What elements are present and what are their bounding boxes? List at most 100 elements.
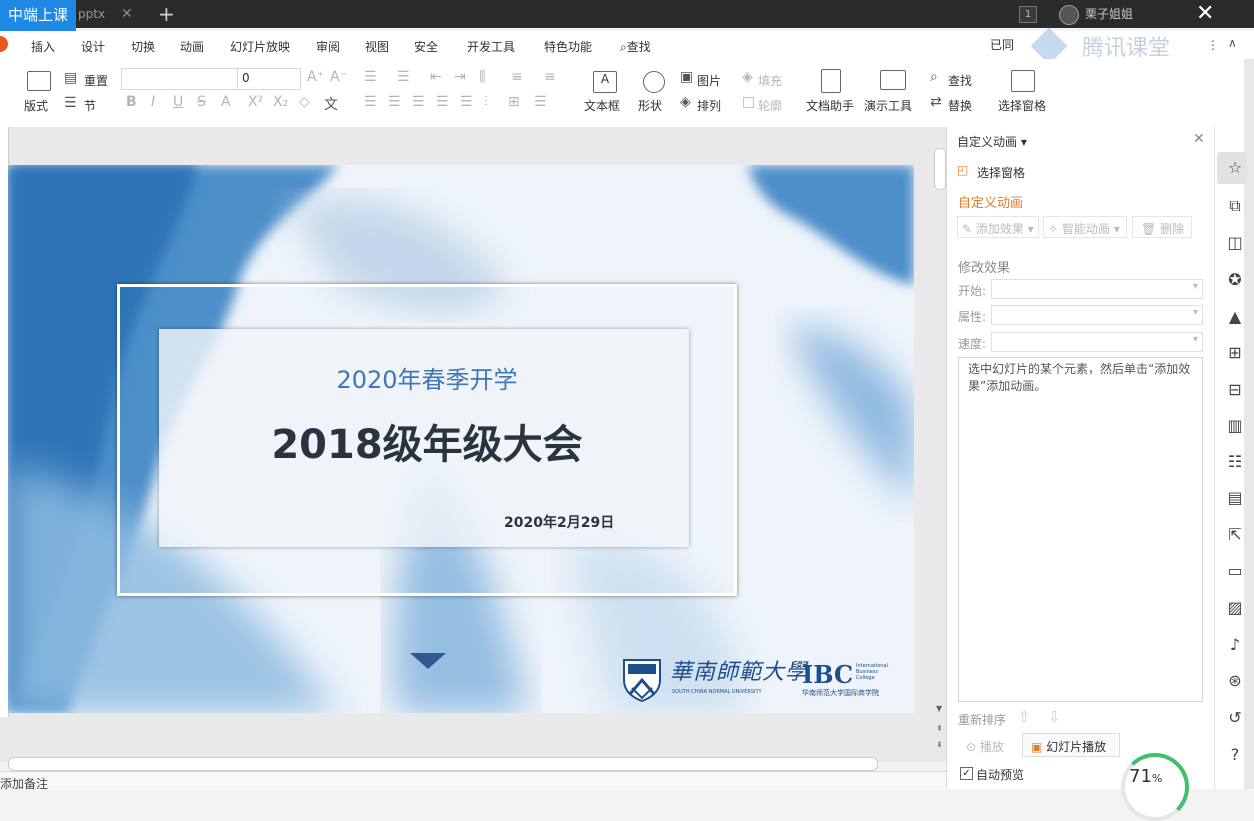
superscript-icon[interactable]: X² xyxy=(248,94,263,110)
reset-button[interactable]: 重置 xyxy=(84,72,108,89)
next-slide-icon[interactable]: ⇟ xyxy=(936,740,943,749)
history-icon[interactable]: ↺ xyxy=(1224,708,1246,727)
clear-format-icon[interactable]: ◇ xyxy=(299,94,310,110)
prev-slide-icon[interactable]: ⇞ xyxy=(936,724,943,733)
vertical-scrollbar[interactable] xyxy=(934,148,946,190)
animation-star-icon[interactable]: ☆ xyxy=(1224,158,1246,177)
italic-icon[interactable]: I xyxy=(151,94,155,110)
layout-icon[interactable] xyxy=(27,71,51,91)
menu-developer[interactable]: 开发工具 xyxy=(467,38,515,55)
audio-icon[interactable]: ♪ xyxy=(1224,635,1246,654)
font-color-icon[interactable]: A xyxy=(221,94,231,110)
align-left-icon[interactable]: ☰ xyxy=(364,94,377,110)
text-align-icon[interactable]: ⫶ xyxy=(484,94,488,110)
slide-date[interactable]: 2020年2月29日 xyxy=(504,512,614,532)
panel-close-icon[interactable]: ✕ xyxy=(1193,131,1205,147)
menu-animation[interactable]: 动画 xyxy=(180,38,204,55)
menu-design[interactable]: 设计 xyxy=(81,38,105,55)
justify-icon[interactable]: ☰ xyxy=(436,94,449,110)
move-down-icon[interactable]: ⇩ xyxy=(1048,708,1061,726)
delete-button[interactable]: 🗑 删除 xyxy=(1132,216,1192,238)
slide-title[interactable]: 2018级年级大会 xyxy=(159,412,695,470)
columns-icon[interactable]: ⫼ xyxy=(479,69,485,85)
add-effect-button[interactable]: ✎ 添加效果 ▾ xyxy=(957,216,1039,238)
outline-button[interactable]: 轮廓 xyxy=(758,97,782,114)
font-size-input[interactable]: 0 xyxy=(237,68,301,90)
subscript-icon[interactable]: X₂ xyxy=(273,94,288,110)
bold-icon[interactable]: B xyxy=(126,94,137,110)
notes-pane[interactable] xyxy=(0,771,946,790)
layout-button[interactable]: 版式 xyxy=(24,97,48,114)
property-select[interactable] xyxy=(991,305,1203,325)
table-icon[interactable]: ⊞ xyxy=(1224,343,1246,362)
notes-placeholder[interactable]: 单击此处添加备注 xyxy=(0,775,48,792)
speed-select[interactable] xyxy=(991,332,1203,352)
user-name[interactable]: 栗子姐姐 xyxy=(1085,0,1133,28)
sync-status[interactable]: 已同 xyxy=(990,36,1014,53)
menu-search[interactable]: ⌕查找 xyxy=(620,38,651,55)
share-icon[interactable]: ⇱ xyxy=(1224,525,1246,544)
badge-icon[interactable]: ✪ xyxy=(1224,270,1246,289)
line-spacing-icon[interactable]: ≡ xyxy=(511,69,523,85)
slideshow-button[interactable]: ▣ 幻灯片播放 xyxy=(1022,733,1120,757)
menu-slideshow[interactable]: 幻灯片放映 xyxy=(230,38,290,55)
strikethrough-icon[interactable]: S xyxy=(197,94,206,110)
align-center-icon[interactable]: ☰ xyxy=(388,94,401,110)
start-select[interactable] xyxy=(991,279,1203,299)
avatar[interactable] xyxy=(1059,5,1079,25)
font-shrink-icon[interactable]: A⁻ xyxy=(330,69,347,85)
textbox-button[interactable]: 文本框 xyxy=(584,97,620,114)
help-icon[interactable]: ? xyxy=(1224,745,1246,764)
fill-button[interactable]: 填充 xyxy=(758,72,782,89)
slide-subtitle[interactable]: 2020年春季开学 xyxy=(159,360,695,395)
picture-button[interactable]: 图片 xyxy=(697,72,721,89)
underline-icon[interactable]: U xyxy=(173,94,183,110)
adjust-icon[interactable]: ☷ xyxy=(1224,452,1246,471)
image-icon[interactable]: ▨ xyxy=(1224,598,1246,617)
shapes-icon[interactable]: ◫ xyxy=(1224,233,1246,252)
window-close-icon[interactable]: ✕ xyxy=(1196,0,1214,28)
distribute-icon[interactable]: ☰ xyxy=(460,94,473,110)
menu-view[interactable]: 视图 xyxy=(365,38,389,55)
select-pane-button[interactable]: 选择窗格 xyxy=(998,97,1046,114)
window-count-badge[interactable]: 1 xyxy=(1019,6,1037,23)
panel-header[interactable]: 自定义动画 ▾ xyxy=(957,133,1027,150)
font-grow-icon[interactable]: A⁺ xyxy=(307,69,324,85)
horizontal-scrollbar[interactable] xyxy=(8,757,878,771)
scroll-down-icon[interactable]: ▼ xyxy=(936,704,942,713)
auto-preview-checkbox[interactable]: ✓ xyxy=(960,767,973,780)
number-list-icon[interactable]: ☰ xyxy=(397,69,410,85)
section-button[interactable]: 节 xyxy=(84,97,96,114)
arrange-button[interactable]: 排列 xyxy=(697,97,721,114)
document-tab[interactable]: pptx ✕ xyxy=(76,0,142,28)
menu-transition[interactable]: 切换 xyxy=(131,38,155,55)
menu-security[interactable]: 安全 xyxy=(414,38,438,55)
chart-icon[interactable]: ▥ xyxy=(1224,416,1246,435)
collapse-ribbon-icon[interactable]: ∧ xyxy=(1228,36,1237,50)
replace-button[interactable]: 替换 xyxy=(948,97,972,114)
animation-list[interactable] xyxy=(958,357,1203,702)
select-pane-link[interactable]: 选择窗格 xyxy=(977,164,1025,181)
archive-icon[interactable]: ▭ xyxy=(1224,561,1246,580)
move-up-icon[interactable]: ⇧ xyxy=(1018,708,1031,726)
triangle-icon[interactable]: ▲ xyxy=(1224,307,1246,326)
smart-animation-button[interactable]: ✧ 智能动画 ▾ xyxy=(1043,216,1127,238)
gallery-icon[interactable]: ▤ xyxy=(1224,488,1246,507)
outdent-icon[interactable]: ⇤ xyxy=(430,69,442,85)
smart-art-icon[interactable]: ⊞ xyxy=(508,94,520,110)
menu-insert[interactable]: 插入 xyxy=(31,38,55,55)
bullet-list-icon[interactable]: ☰ xyxy=(364,69,377,85)
download-icon[interactable]: ⊛ xyxy=(1224,671,1246,690)
new-tab-button[interactable]: + xyxy=(158,0,175,28)
find-button[interactable]: 查找 xyxy=(948,72,972,89)
present-tools-button[interactable]: 演示工具 xyxy=(864,97,912,114)
menu-special[interactable]: 特色功能 xyxy=(544,38,592,55)
align-right-icon[interactable]: ☰ xyxy=(412,94,425,110)
more-icon[interactable]: ⋮ xyxy=(1207,38,1219,52)
text-direction-icon[interactable]: 文 xyxy=(324,94,338,114)
play-button[interactable]: ⊙ 播放 xyxy=(958,733,1014,755)
menu-review[interactable]: 审阅 xyxy=(316,38,340,55)
indent-icon[interactable]: ⇥ xyxy=(454,69,466,85)
class-badge[interactable]: 中端上课 xyxy=(0,0,76,31)
shape-button[interactable]: 形状 xyxy=(638,97,662,114)
